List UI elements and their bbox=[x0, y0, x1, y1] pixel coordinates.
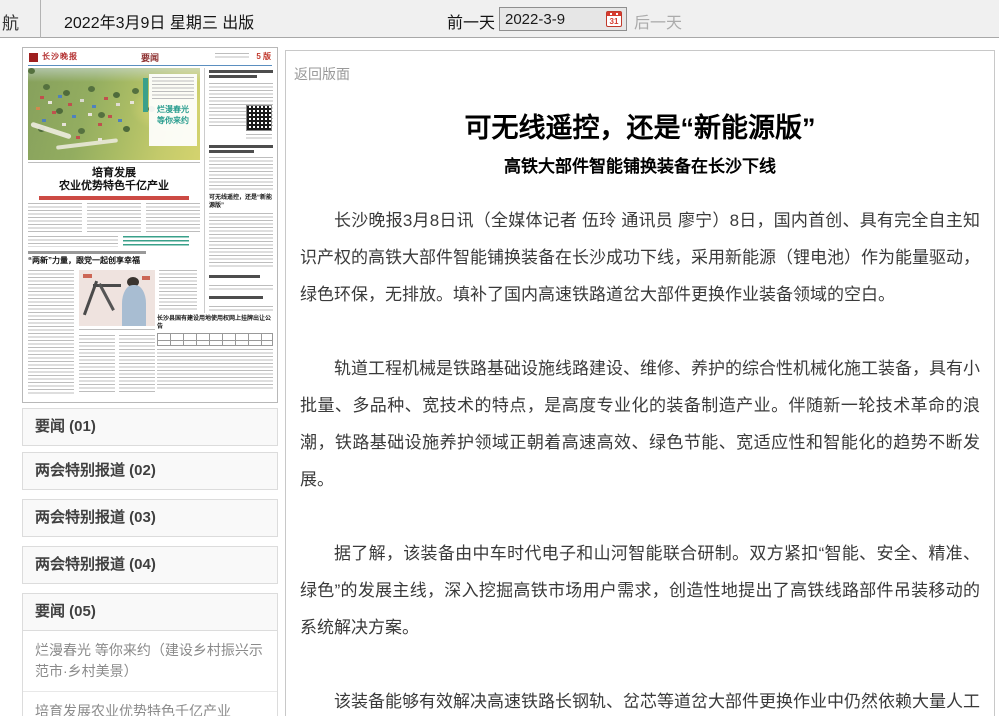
thumb-headline-line2: 农业优势特色千亿产业 bbox=[28, 180, 200, 193]
article-panel: 返回版面 可无线遥控，还是“新能源版” 高铁大部件智能铺换装备在长沙下线 长沙晚… bbox=[285, 50, 995, 716]
article-paragraph: 轨道工程机械是铁路基础设施线路建设、维修、养护的综合性机械化施工装备，具有小批量… bbox=[300, 350, 980, 498]
article-subtitle: 高铁大部件智能铺换装备在长沙下线 bbox=[286, 152, 994, 177]
article-title: 可无线遥控，还是“新能源版” bbox=[286, 106, 994, 145]
sidebar-section-group-05: 要闻 (05) 烂漫春光 等你来约（建设乡村振兴示范市·乡村美景） 培育发展农业… bbox=[22, 593, 278, 716]
overlay-tag-line1: 烂漫春光 bbox=[152, 104, 194, 115]
machine-part bbox=[98, 283, 115, 311]
aerial-village-photo: 烂漫春光 等你来约 bbox=[28, 68, 200, 160]
thumb-right-headline: 可无线遥控，还是“新能源版” bbox=[209, 195, 273, 210]
text-placeholder bbox=[209, 213, 273, 269]
overlay-ribbon bbox=[143, 78, 148, 112]
calendar-icon-day: 31 bbox=[607, 16, 621, 26]
sidebar-section-lianghui-03[interactable]: 两会特别报道 (03) bbox=[22, 499, 278, 537]
thumb-mid-headline: “两新”力量，跟党一起创享幸福 bbox=[28, 256, 196, 265]
right-headline-placeholder bbox=[209, 296, 273, 301]
rural-logo-placeholder bbox=[123, 236, 189, 247]
article-paragraph: 该装备能够有效解决高速铁路长钢轨、岔芯等道岔大部件更换作业中仍然依赖大量人工和小… bbox=[300, 683, 980, 716]
text-placeholder bbox=[28, 270, 74, 394]
masthead-rule bbox=[28, 65, 272, 66]
sidebar-section-lianghui-04[interactable]: 两会特别报道 (04) bbox=[22, 546, 278, 584]
photo-text-overlay: 烂漫春光 等你来约 bbox=[149, 74, 197, 146]
text-placeholder bbox=[119, 335, 155, 394]
thumb-kicker-bar bbox=[28, 251, 146, 254]
text-placeholder bbox=[152, 77, 194, 101]
overlay-tag-line2: 等你来约 bbox=[152, 115, 194, 126]
next-day-link[interactable]: 后一天 bbox=[634, 9, 682, 33]
topbar: 航 2022年3月9日 星期三 出版 前一天 31 后一天 bbox=[0, 0, 999, 38]
photo-road bbox=[56, 138, 118, 150]
photo-sign bbox=[83, 274, 92, 278]
worker-photo bbox=[79, 270, 155, 326]
article-paragraph: 长沙晚报3月8日讯（全媒体记者 伍玲 通讯员 廖宁）8日，国内首创、具有完全自主… bbox=[300, 202, 980, 313]
text-placeholder bbox=[157, 349, 273, 389]
text-placeholder bbox=[209, 285, 273, 292]
thumb-announcement-title: 长沙县国有建设用地使用权网上挂牌出让公告 bbox=[157, 316, 273, 331]
right-headline-placeholder bbox=[209, 145, 273, 155]
text-placeholder bbox=[209, 306, 273, 313]
text-placeholder bbox=[28, 162, 200, 165]
topbar-divider bbox=[40, 0, 41, 38]
thumb-body-columns bbox=[28, 203, 200, 234]
calendar-icon[interactable]: 31 bbox=[606, 11, 622, 27]
right-headline-placeholder bbox=[209, 70, 273, 80]
date-picker: 31 bbox=[499, 7, 627, 31]
worker-body bbox=[122, 285, 146, 326]
publication-date: 2022年3月9日 星期三 出版 bbox=[64, 9, 254, 33]
text-placeholder bbox=[79, 329, 155, 332]
back-to-page-link[interactable]: 返回版面 bbox=[294, 64, 350, 84]
qr-code bbox=[246, 105, 272, 131]
text-placeholder bbox=[209, 157, 273, 191]
photo-road bbox=[30, 122, 71, 140]
thumb-headline-line1: 培育发展 bbox=[28, 167, 200, 180]
photo-roofs bbox=[28, 68, 32, 71]
column-divider bbox=[204, 68, 205, 313]
photo-sign bbox=[142, 276, 150, 280]
right-headline-placeholder bbox=[209, 275, 273, 280]
text-placeholder bbox=[159, 270, 197, 312]
thumb-announcement: 长沙县国有建设用地使用权网上挂牌出让公告 bbox=[157, 316, 273, 394]
text-placeholder bbox=[246, 134, 272, 140]
thumb-main-headline: 培育发展 农业优势特色千亿产业 bbox=[28, 167, 200, 193]
announcement-table bbox=[157, 333, 273, 346]
nav-stub-label[interactable]: 航 bbox=[2, 9, 19, 34]
article-paragraph: 据了解，该装备由中车时代电子和山河智能联合研制。双方紧扣“智能、安全、精准、绿色… bbox=[300, 535, 980, 646]
sidebar-article-link[interactable]: 培育发展农业优势特色千亿产业 bbox=[23, 692, 277, 716]
text-placeholder bbox=[215, 53, 249, 60]
prev-day-link[interactable]: 前一天 bbox=[447, 9, 495, 33]
sidebar-article-link[interactable]: 烂漫春光 等你来约（建设乡村振兴示范市·乡村美景） bbox=[23, 631, 277, 692]
text-placeholder bbox=[28, 236, 118, 247]
sidebar-section-yaowen-01[interactable]: 要闻 (01) bbox=[22, 408, 278, 446]
article-body: 长沙晚报3月8日讯（全媒体记者 伍玲 通讯员 廖宁）8日，国内首创、具有完全自主… bbox=[300, 202, 980, 716]
thumb-page-number: 5 版 bbox=[256, 51, 271, 62]
page-thumbnail[interactable]: 长沙晚报 要闻 5 版 烂漫春光 等你来约 培育发展 农业优势特色千亿产业 “两… bbox=[22, 47, 278, 403]
sidebar-section-lianghui-02[interactable]: 两会特别报道 (02) bbox=[22, 452, 278, 490]
thumb-red-subhead bbox=[39, 196, 189, 200]
sidebar-section-yaowen-05[interactable]: 要闻 (05) bbox=[23, 594, 277, 631]
text-placeholder bbox=[79, 335, 115, 394]
